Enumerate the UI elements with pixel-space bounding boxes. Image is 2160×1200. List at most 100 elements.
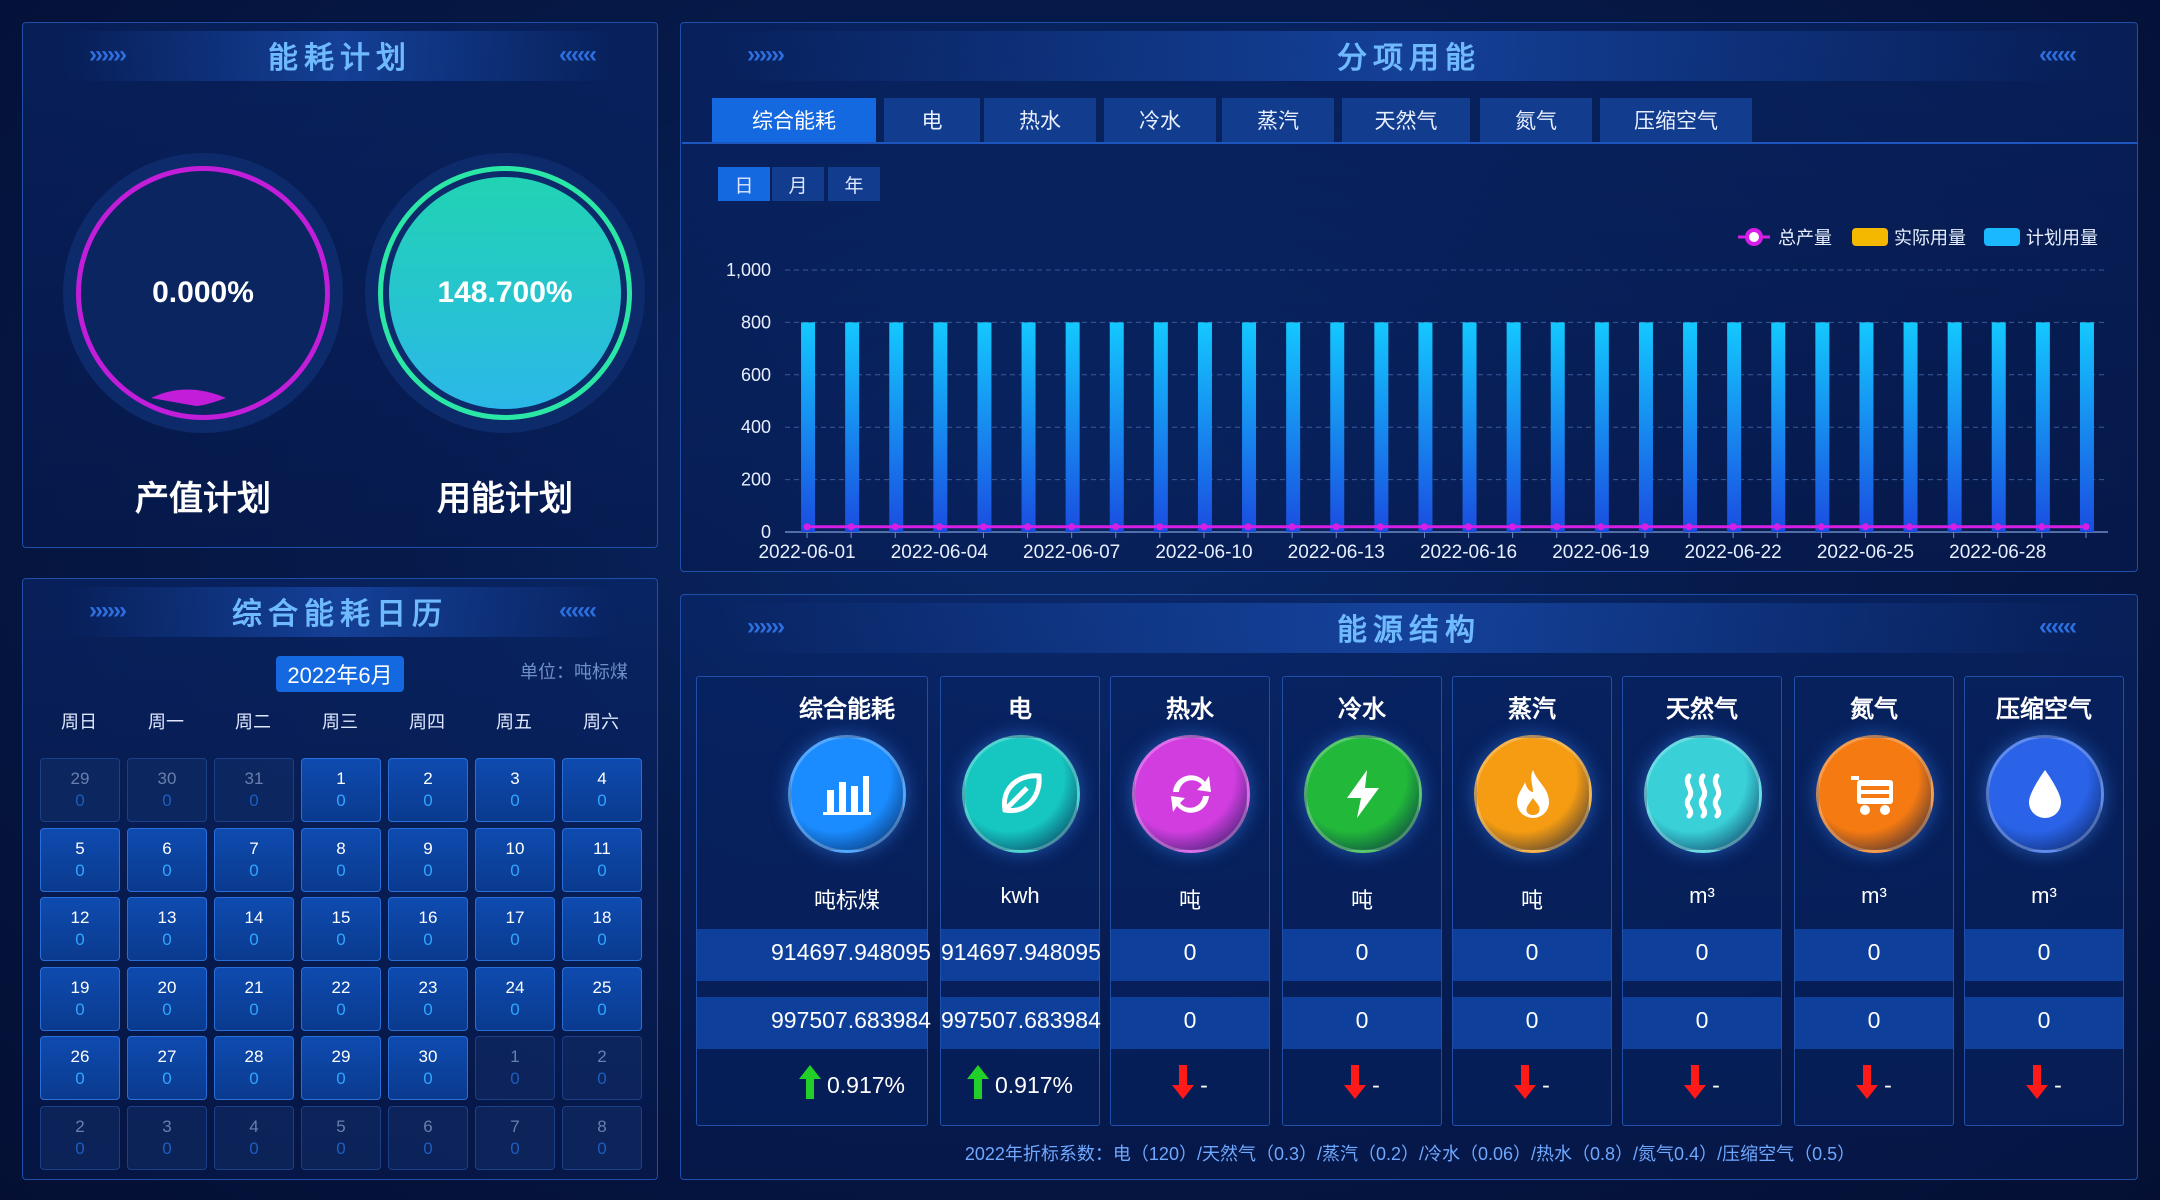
calendar-day-cell[interactable]: 31 0 [214, 758, 294, 822]
calendar-day-cell[interactable]: 70 [475, 1105, 555, 1170]
calendar-day-cell[interactable]: 80 [562, 1105, 642, 1170]
calendar-day-cell[interactable]: 10 [301, 758, 381, 822]
day-value: 0 [336, 791, 346, 810]
calendar-day-cell[interactable]: 23 0 [388, 966, 468, 1031]
x-tick-label: 2022-06-01 [758, 542, 855, 563]
calendar-day-cell[interactable]: 40 [214, 1105, 294, 1170]
calendar-day-cell[interactable]: 20 [40, 1105, 120, 1170]
current-month-value: 914697.948095 [771, 939, 931, 965]
refresh-icon [1132, 735, 1250, 853]
tab-hot-water[interactable]: 热水 [984, 98, 1096, 142]
day-number: 30 [418, 1047, 438, 1066]
plan-usage-bar [977, 322, 992, 532]
calendar-day-cell[interactable]: 29 0 [301, 1036, 381, 1100]
calendar-day-cell[interactable]: 30 [127, 1105, 207, 1170]
previous-month-value: 0 [1867, 1007, 1881, 1033]
energy-unit: 吨标煤 [813, 888, 880, 913]
calendar-day-cell[interactable]: 15 0 [301, 897, 381, 961]
day-number: 11 [593, 838, 611, 858]
day-value: 0 [510, 1138, 520, 1158]
calendar-day-cell[interactable]: 70 [214, 827, 294, 892]
x-tick-label: 2022-06-25 [1817, 542, 1914, 563]
date-tab-month[interactable]: 月 [772, 167, 824, 201]
calendar-day-cell[interactable]: 28 0 [214, 1036, 294, 1100]
total-output-point [1068, 523, 1076, 531]
day-number: 26 [70, 1047, 90, 1066]
calendar-day-cell[interactable]: 60 [388, 1105, 468, 1170]
energy-name: 蒸汽 [1508, 696, 1556, 723]
calendar-day-cell[interactable]: 20 0 [127, 966, 207, 1031]
calendar-day-cell[interactable]: 14 0 [214, 897, 294, 961]
calendar-day-cell[interactable]: 22 0 [301, 966, 381, 1031]
calendar-day-cell[interactable]: 13 0 [127, 897, 207, 961]
arrow-down-icon [1514, 1065, 1537, 1105]
calendar-day-cell[interactable]: 29 0 [40, 758, 120, 822]
calendar-day-cell[interactable]: 16 0 [388, 897, 468, 961]
tab-compressed-air[interactable]: 压缩空气 [1600, 98, 1752, 142]
calendar-day-cell[interactable]: 50 [301, 1105, 381, 1170]
calendar-month-selector[interactable]: 2022年6月 [276, 656, 404, 692]
calendar-day-cell[interactable]: 17 0 [475, 897, 555, 961]
flame-icon [1474, 735, 1592, 853]
calendar-day-cell[interactable]: 50 [40, 827, 120, 892]
calendar-day-cell[interactable]: 30 0 [127, 758, 207, 822]
change-indicator: 0.917% [777, 1065, 927, 1105]
calendar-unit: 单位：吨标煤 [520, 662, 628, 682]
calendar-day-cell[interactable]: 11 0 [562, 827, 642, 892]
tab-comprehensive[interactable]: 综合能耗 [712, 98, 876, 142]
chevrons-right-icon: ›››››› [747, 613, 785, 640]
y-tick-label: 800 [741, 312, 771, 332]
day-value: 0 [249, 1069, 259, 1088]
plan-usage-bar [1242, 322, 1257, 532]
calendar-day-cell[interactable]: 19 0 [40, 966, 120, 1031]
calendar-day-cell[interactable]: 80 [301, 827, 381, 892]
calendar-day-cell[interactable]: 30 0 [388, 1036, 468, 1100]
calendar-day-cell[interactable]: 20 [562, 1036, 642, 1100]
tab-underline [682, 142, 2138, 144]
calendar-day-cell[interactable]: 60 [127, 827, 207, 892]
calendar-day-cell[interactable]: 40 [562, 758, 642, 822]
change-value: - [1200, 1071, 1208, 1098]
total-output-point [1200, 523, 1208, 531]
day-value: 0 [423, 1138, 433, 1158]
total-output-point [1332, 523, 1340, 531]
calendar-day-cell[interactable]: 12 0 [40, 897, 120, 961]
gauge-value: 148.700% [437, 276, 573, 309]
day-value: 0 [336, 999, 346, 1019]
panel-title: 综合能耗日历 [232, 598, 448, 631]
date-tab-day[interactable]: 日 [718, 167, 770, 201]
calendar-day-cell[interactable]: 10 0 [475, 827, 555, 892]
x-tick-label: 2022-06-10 [1155, 542, 1252, 563]
steam-waves-icon [1644, 735, 1762, 853]
calendar-day-cell[interactable]: 18 0 [562, 897, 642, 961]
calendar-day-cell[interactable]: 10 [475, 1036, 555, 1100]
tab-natural-gas[interactable]: 天然气 [1342, 98, 1470, 142]
total-output-point [1024, 523, 1032, 531]
arrow-down-icon [2026, 1065, 2049, 1105]
calendar-day-cell[interactable]: 21 0 [214, 966, 294, 1031]
calendar-day-cell[interactable]: 25 0 [562, 966, 642, 1031]
tab-electricity[interactable]: 电 [884, 98, 980, 142]
energy-unit: m³ [2031, 883, 2057, 908]
energy-plan-gauge: 148.700% [365, 153, 645, 433]
plan-usage-bar [2035, 322, 2050, 532]
calendar-day-cell[interactable]: 26 0 [40, 1036, 120, 1100]
day-number: 21 [244, 977, 264, 997]
day-value: 0 [423, 999, 433, 1019]
tab-nitrogen[interactable]: 氮气 [1480, 98, 1592, 142]
tab-cold-water[interactable]: 冷水 [1104, 98, 1216, 142]
calendar-day-cell[interactable]: 20 [388, 758, 468, 822]
energy-plan-panel: ›››››› 能耗计划 ‹‹‹‹‹‹ 0.000% 产值计划 148.700% … [22, 22, 658, 548]
energy-name: 热水 [1166, 696, 1214, 723]
day-value: 0 [510, 999, 520, 1019]
calendar-day-cell[interactable]: 24 0 [475, 966, 555, 1031]
previous-month-value: 0 [1183, 1007, 1197, 1033]
date-tab-year[interactable]: 年 [828, 167, 880, 201]
calendar-day-cell[interactable]: 30 [475, 758, 555, 822]
day-value: 0 [510, 860, 520, 880]
tab-steam[interactable]: 蒸汽 [1222, 98, 1334, 142]
previous-month-value: 997507.683984 [771, 1007, 931, 1033]
calendar-day-cell[interactable]: 90 [388, 827, 468, 892]
day-number: 14 [244, 908, 264, 927]
calendar-day-cell[interactable]: 27 0 [127, 1036, 207, 1100]
